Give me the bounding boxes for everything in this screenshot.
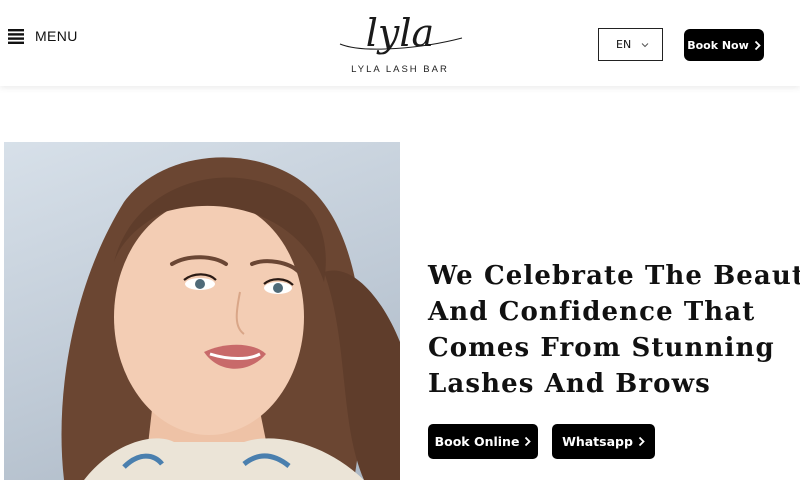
hero-image: [4, 142, 400, 480]
book-now-label: Book Now: [687, 38, 749, 52]
headline-line: Comes From Stunning: [428, 333, 775, 363]
menu-button[interactable]: MENU: [8, 26, 78, 46]
logo[interactable]: lyla LYLA LASH BAR: [334, 4, 466, 76]
chevron-down-icon: [641, 42, 649, 47]
site-header: MENU lyla LYLA LASH BAR EN Book Now: [0, 0, 800, 86]
menu-icon: [8, 29, 24, 44]
chevron-right-icon: [754, 40, 761, 50]
language-select[interactable]: EN: [598, 28, 663, 61]
menu-label: MENU: [35, 28, 78, 44]
book-now-button[interactable]: Book Now: [684, 29, 764, 61]
book-online-button[interactable]: Book Online: [428, 424, 538, 459]
chevron-right-icon: [525, 436, 532, 447]
hero-headline: We Celebrate The Beauty And Confidence T…: [428, 258, 800, 402]
logo-tagline: LYLA LASH BAR: [351, 64, 449, 75]
headline-line: We Celebrate The Beauty: [428, 261, 800, 291]
whatsapp-button[interactable]: Whatsapp: [552, 424, 655, 459]
book-online-label: Book Online: [434, 434, 520, 449]
language-value: EN: [616, 38, 632, 51]
whatsapp-label: Whatsapp: [562, 434, 633, 449]
chevron-right-icon: [638, 436, 645, 447]
headline-line: Lashes And Brows: [428, 369, 711, 399]
headline-line: And Confidence That: [428, 297, 756, 327]
logo-script: lyla: [339, 11, 463, 55]
